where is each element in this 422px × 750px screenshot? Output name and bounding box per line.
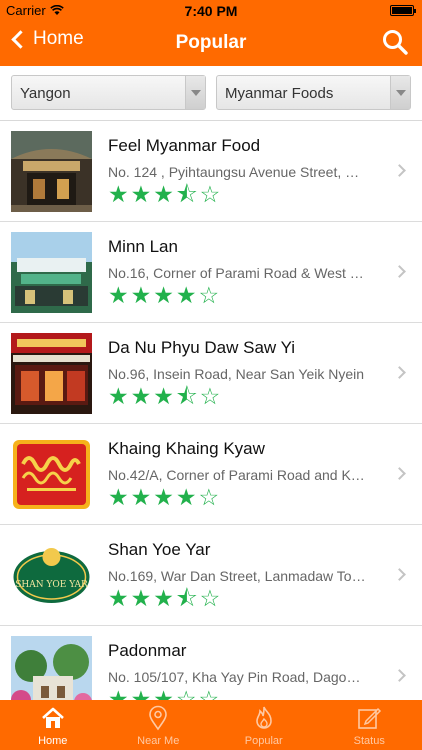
page-title: Popular xyxy=(175,32,247,53)
chevron-right-icon xyxy=(393,568,406,581)
list-item[interactable]: Khaing Khaing Kyaw No.42/A, Corner of Pa… xyxy=(0,424,422,525)
restaurant-address: No.16, Corner of Parami Road & West Shwe… xyxy=(108,265,368,281)
edit-icon xyxy=(358,707,382,729)
chevron-right-icon xyxy=(393,164,406,177)
star-rating: ★★★⯪☆ xyxy=(108,383,223,409)
tab-popular[interactable]: Popular xyxy=(211,700,317,750)
restaurant-name: Feel Myanmar Food xyxy=(108,136,261,155)
restaurant-name: Khaing Khaing Kyaw xyxy=(108,439,265,458)
restaurant-address: No.42/A, Corner of Parami Road and Kaba … xyxy=(108,467,368,483)
restaurant-list: Feel Myanmar Food No. 124 , Pyihtaungsu … xyxy=(0,121,422,700)
clock: 7:40 PM xyxy=(184,3,238,19)
chevron-down-icon xyxy=(396,90,406,96)
chevron-right-icon xyxy=(393,366,406,379)
restaurant-address: No.169, War Dan Street, Lanmadaw Townshi… xyxy=(108,568,368,584)
tab-status[interactable]: Status xyxy=(317,700,422,750)
restaurant-photo xyxy=(11,131,92,212)
status-bar: Carrier 7:40 PM xyxy=(0,0,422,20)
city-select-value: Yangon xyxy=(20,85,71,102)
restaurant-name: Da Nu Phyu Daw Saw Yi xyxy=(108,338,296,357)
restaurant-logo: SHAN YOE YAR xyxy=(11,535,92,616)
tab-popular-label: Popular xyxy=(244,735,283,747)
restaurant-photo xyxy=(11,636,92,700)
restaurant-address: No. 105/107, Kha Yay Pin Road, Dagon Tow… xyxy=(108,669,368,685)
category-select[interactable]: Myanmar Foods xyxy=(216,75,411,110)
city-select[interactable]: Yangon xyxy=(11,75,206,110)
chevron-down-icon xyxy=(191,90,201,96)
chevron-right-icon xyxy=(393,265,406,278)
restaurant-photo xyxy=(11,232,92,313)
dropdown-arrow xyxy=(390,76,410,109)
battery-icon xyxy=(390,5,416,16)
tab-near-me[interactable]: Near Me xyxy=(106,700,212,750)
restaurant-name: Minn Lan xyxy=(108,237,178,256)
list-item[interactable]: Padonmar No. 105/107, Kha Yay Pin Road, … xyxy=(0,626,422,700)
navigation-bar: Home Popular xyxy=(0,20,422,66)
restaurant-photo xyxy=(11,333,92,414)
chevron-right-icon xyxy=(393,669,406,682)
tab-near-me-label: Near Me xyxy=(137,735,180,747)
search-icon[interactable] xyxy=(382,29,408,55)
chevron-right-icon xyxy=(393,467,406,480)
tab-home-label: Home xyxy=(38,735,68,747)
star-rating: ★★★★☆ xyxy=(108,282,222,308)
tab-bar: Home Near Me Popular Status xyxy=(0,700,422,750)
star-rating: ★★★⯪☆ xyxy=(108,181,223,207)
star-rating: ★★★☆☆ xyxy=(108,686,222,700)
flame-icon xyxy=(255,706,272,729)
list-item[interactable]: Minn Lan No.16, Corner of Parami Road & … xyxy=(0,222,422,323)
map-pin-icon xyxy=(149,705,168,731)
restaurant-address: No. 124 , Pyihtaungsu Avenue Street, Dag… xyxy=(108,164,368,180)
list-item[interactable]: SHAN YOE YAR Shan Yoe Yar No.169, War Da… xyxy=(0,525,422,626)
list-item[interactable]: Da Nu Phyu Daw Saw Yi No.96, Insein Road… xyxy=(0,323,422,424)
dropdown-arrow xyxy=(185,76,205,109)
house-icon xyxy=(41,707,64,728)
filter-bar: Yangon Myanmar Foods xyxy=(0,66,422,121)
restaurant-logo xyxy=(11,434,92,515)
star-rating: ★★★⯪☆ xyxy=(108,585,223,611)
logo-text: SHAN YOE YAR xyxy=(15,580,88,590)
tab-status-label: Status xyxy=(353,735,385,747)
star-rating: ★★★★☆ xyxy=(108,484,222,510)
restaurant-name: Padonmar xyxy=(108,641,187,660)
tab-home[interactable]: Home xyxy=(0,700,106,750)
list-item[interactable]: Feel Myanmar Food No. 124 , Pyihtaungsu … xyxy=(0,121,422,222)
category-select-value: Myanmar Foods xyxy=(225,85,334,102)
restaurant-name: Shan Yoe Yar xyxy=(108,540,211,559)
restaurant-address: No.96, Insein Road, Near San Yeik Nyein xyxy=(108,366,365,382)
